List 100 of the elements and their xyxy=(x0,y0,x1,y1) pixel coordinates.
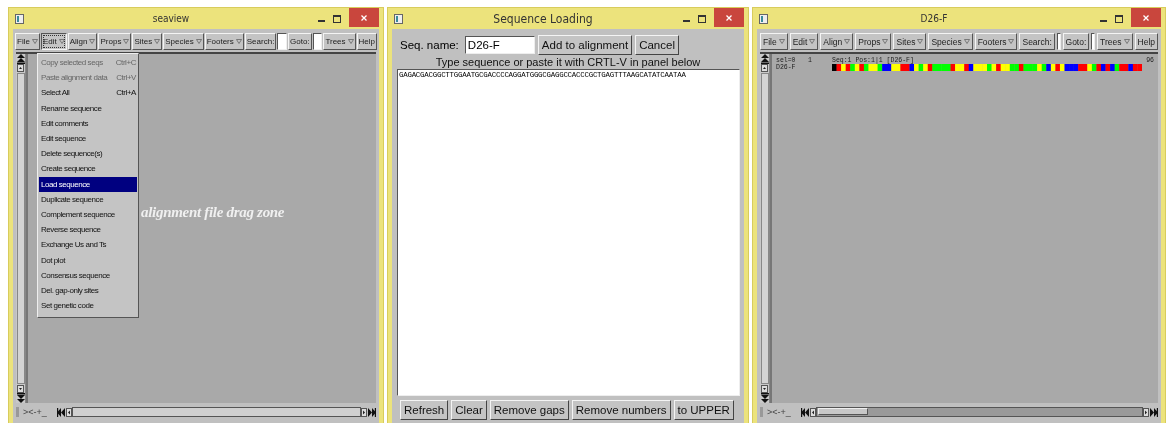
caret-icon xyxy=(154,39,161,44)
goto-field[interactable] xyxy=(1091,33,1096,50)
menu-button[interactable]: Species xyxy=(928,33,973,50)
menu-item[interactable]: Consensus sequence xyxy=(39,267,137,283)
menu-item[interactable]: Set genetic code xyxy=(39,298,137,314)
menu-item[interactable]: Create sequence xyxy=(39,161,137,177)
caret-icon xyxy=(1123,39,1130,44)
dialog-button[interactable]: Remove numbers xyxy=(571,400,671,420)
caret-icon xyxy=(58,39,65,44)
menu-item[interactable]: Edit comments xyxy=(39,115,137,131)
scroll-right-icon[interactable] xyxy=(361,407,367,417)
menu-button[interactable]: Sites xyxy=(893,33,927,50)
scroll-up-icon[interactable] xyxy=(761,64,768,72)
menu-button[interactable]: Species xyxy=(163,33,204,50)
scroll-top-icon[interactable] xyxy=(16,54,25,64)
menu-item[interactable]: Complement sequence xyxy=(39,206,137,223)
menu-button[interactable]: File xyxy=(15,33,40,50)
menu-button[interactable]: Props xyxy=(98,33,132,50)
maximize-button[interactable] xyxy=(698,14,706,23)
scroll-down-icon[interactable] xyxy=(761,385,768,393)
menu-button[interactable]: File xyxy=(760,33,788,50)
window-title: D26-F xyxy=(919,13,949,24)
caret-icon xyxy=(195,39,202,44)
menu-button[interactable]: Trees xyxy=(1097,33,1133,50)
dialog-button[interactable]: Cancel xyxy=(635,35,679,55)
seq-name-label: Seq. name: xyxy=(400,39,459,51)
menu-item[interactable]: Load sequence xyxy=(39,176,137,192)
maximize-button[interactable] xyxy=(333,14,341,23)
seq-name-field[interactable]: D26-F xyxy=(464,36,535,54)
dialog-button[interactable]: Refresh xyxy=(400,400,449,420)
menu-button[interactable]: Sites xyxy=(132,33,163,50)
caret-icon xyxy=(123,39,130,44)
scroll-right-icon[interactable] xyxy=(1143,407,1149,417)
scroll-thumb[interactable] xyxy=(818,408,868,415)
app-icon xyxy=(759,13,768,24)
help-button[interactable]: Help xyxy=(1134,33,1158,50)
menu-item[interactable]: Reverse sequence xyxy=(39,222,137,238)
menu-item[interactable]: Select All Ctrl+A xyxy=(39,85,137,101)
instruction-text: Type sequence or paste it with CRTL-V in panel below xyxy=(434,56,702,68)
scroll-left-icon[interactable] xyxy=(66,407,72,417)
close-icon xyxy=(726,14,732,21)
caret-icon xyxy=(809,39,816,44)
close-icon xyxy=(1143,14,1149,21)
scroll-bottom-icon[interactable] xyxy=(16,393,25,403)
caret-icon xyxy=(917,39,924,44)
scroll-left-icon[interactable] xyxy=(810,407,816,417)
menu-item[interactable]: Del. gap-only sites xyxy=(39,282,137,298)
dialog-button[interactable]: to UPPER xyxy=(673,400,734,420)
menu-button[interactable]: Edit xyxy=(40,33,67,50)
toolbar-label-button[interactable]: Search: xyxy=(1019,33,1055,50)
caret-icon xyxy=(1008,39,1015,44)
menu-item[interactable]: Dot plot xyxy=(39,252,137,268)
zoom-controls[interactable]: ><-+_ xyxy=(23,407,53,417)
scroll-bottom-icon[interactable] xyxy=(760,393,769,403)
window-title: Sequence Loading xyxy=(492,11,594,26)
window-title: seaview xyxy=(151,13,191,24)
bracket-icon xyxy=(760,407,763,417)
search-field[interactable] xyxy=(277,33,288,50)
menu-item[interactable]: Rename sequence xyxy=(39,100,137,116)
menu-item[interactable]: Exchange Us and Ts xyxy=(39,237,137,253)
caret-icon xyxy=(89,39,96,44)
menu-button[interactable]: Edit xyxy=(789,33,819,50)
toolbar-label-button[interactable]: Goto: xyxy=(288,33,312,50)
menu-button[interactable]: Trees xyxy=(323,33,356,50)
menu-button[interactable]: Align xyxy=(820,33,854,50)
goto-field[interactable] xyxy=(312,33,323,50)
zoom-controls[interactable]: ><-+_ xyxy=(767,407,797,417)
scroll-top-icon[interactable] xyxy=(760,54,769,64)
app-icon xyxy=(15,13,24,24)
dialog-button[interactable]: Add to alignment xyxy=(537,35,633,55)
scroll-end-icon[interactable] xyxy=(367,407,376,417)
dialog-button[interactable]: Remove gaps xyxy=(489,400,569,420)
maximize-button[interactable] xyxy=(1115,14,1123,23)
scroll-start-icon[interactable] xyxy=(57,407,66,417)
caret-icon xyxy=(31,39,38,44)
menu-button[interactable]: Footers xyxy=(204,33,244,50)
menu-button[interactable]: Props xyxy=(855,33,892,50)
caret-icon xyxy=(844,39,851,44)
menu-item[interactable]: Duplicate sequence xyxy=(39,191,137,207)
toolbar-label-button[interactable]: Goto: xyxy=(1062,33,1090,50)
caret-icon xyxy=(778,39,785,44)
app-icon xyxy=(394,13,403,24)
menu-button[interactable]: Align xyxy=(67,33,98,50)
bracket-icon xyxy=(16,407,19,417)
close-icon xyxy=(361,14,367,21)
caret-icon xyxy=(963,39,970,44)
scroll-up-icon[interactable] xyxy=(17,64,24,72)
caret-icon xyxy=(882,39,889,44)
menu-item[interactable]: Delete sequence(s) xyxy=(39,146,137,162)
scroll-down-icon[interactable] xyxy=(17,385,24,393)
menu-item[interactable]: Edit sequence xyxy=(39,130,137,147)
drop-hint: alignment file drag zone xyxy=(141,204,285,221)
help-button[interactable]: Help xyxy=(356,33,377,50)
search-field[interactable] xyxy=(1056,33,1061,50)
scroll-start-icon[interactable] xyxy=(801,407,810,417)
menu-button[interactable]: Footers xyxy=(974,33,1018,50)
dialog-button[interactable]: Clear xyxy=(451,400,487,420)
toolbar-label-button[interactable]: Search: xyxy=(244,33,277,50)
scroll-end-icon[interactable] xyxy=(1149,407,1158,417)
caret-icon xyxy=(235,39,242,44)
